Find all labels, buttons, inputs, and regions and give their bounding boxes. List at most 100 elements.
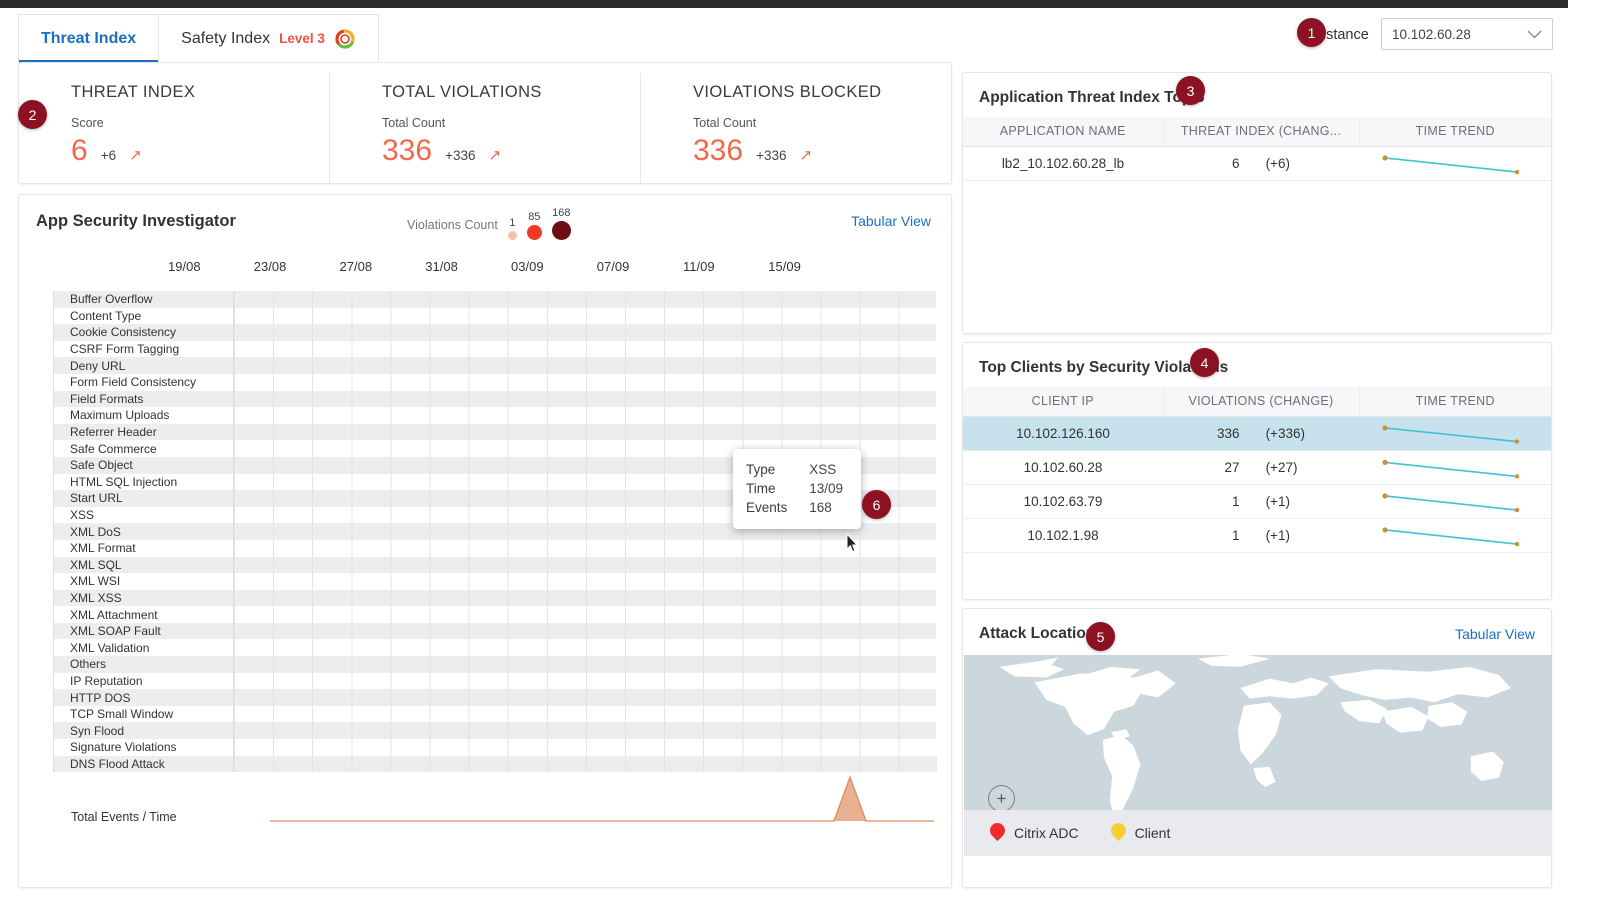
- violations-value: 27: [1225, 460, 1240, 475]
- violation-row-plot[interactable]: [234, 341, 937, 358]
- violations-value: 1: [1232, 528, 1240, 543]
- violation-row[interactable]: Maximum Uploads: [54, 407, 937, 424]
- table-row[interactable]: 10.102.1.981(+1): [963, 518, 1551, 552]
- violation-row-plot[interactable]: [234, 424, 937, 441]
- violation-row[interactable]: Deny URL: [54, 357, 937, 374]
- violation-row[interactable]: XML Attachment: [54, 606, 937, 623]
- mouse-cursor-icon: [844, 533, 860, 555]
- world-map-shapes: [964, 655, 1552, 810]
- top-clients-table-wrap: CLIENT IP VIOLATIONS (CHANGE) TIME TREND…: [963, 387, 1551, 553]
- violation-row[interactable]: XML WSI: [54, 573, 937, 590]
- violation-row[interactable]: Signature Violations: [54, 739, 937, 756]
- violations-change: (+1): [1266, 494, 1290, 509]
- violation-row[interactable]: XML XSS: [54, 590, 937, 607]
- violation-row-plot[interactable]: [234, 308, 937, 325]
- violation-row-plot[interactable]: [234, 357, 937, 374]
- table-row[interactable]: 10.102.126.160336(+336): [963, 416, 1551, 450]
- violation-row[interactable]: Cookie Consistency: [54, 324, 937, 341]
- table-row[interactable]: 10.102.60.2827(+27): [963, 450, 1551, 484]
- violation-row-label: XSS: [54, 507, 234, 524]
- violation-row[interactable]: HTTP DOS: [54, 689, 937, 706]
- date-tick-07-09: 07/09: [597, 259, 630, 274]
- violation-row-plot[interactable]: [234, 590, 937, 607]
- violation-row-plot[interactable]: [234, 407, 937, 424]
- map-zoom-in-button[interactable]: +: [988, 785, 1015, 810]
- time-trend-sparkline: [1359, 150, 1551, 176]
- investigator-tabular-view-link[interactable]: Tabular View: [851, 213, 931, 229]
- map-legend-item-citrix-adc: Citrix ADC: [990, 823, 1079, 844]
- col-violations-change: VIOLATIONS (CHANGE): [1163, 387, 1359, 416]
- violation-row[interactable]: Syn Flood: [54, 722, 937, 739]
- top-clients-table: CLIENT IP VIOLATIONS (CHANGE) TIME TREND…: [963, 387, 1551, 553]
- violation-row-plot[interactable]: [234, 739, 937, 756]
- violation-row-plot[interactable]: [234, 374, 937, 391]
- world-map[interactable]: + −: [964, 655, 1552, 810]
- violation-row[interactable]: XML Format: [54, 540, 937, 557]
- violation-row-label: XML WSI: [54, 573, 234, 590]
- violation-row-plot[interactable]: [234, 722, 937, 739]
- investigator-date-axis: 19/0823/0827/0831/0803/0907/0911/0915/09: [19, 259, 951, 289]
- violation-row-plot[interactable]: [234, 573, 937, 590]
- chart-tooltip: Type XSS Time 13/09 Events 168: [733, 449, 861, 529]
- trend-up-arrow-icon: ↗: [799, 146, 812, 164]
- violations-value: 1: [1232, 494, 1240, 509]
- cell-application-name: lb2_10.102.60.28_lb: [963, 146, 1163, 180]
- violation-row-plot[interactable]: [234, 673, 937, 690]
- map-legend-item-client: Client: [1111, 823, 1171, 844]
- violation-row[interactable]: XML Validation: [54, 639, 937, 656]
- violation-row-plot[interactable]: [234, 540, 937, 557]
- kpi-total-violations-delta: +336: [445, 148, 475, 163]
- instance-select[interactable]: 10.102.60.28: [1381, 18, 1553, 50]
- violation-row-plot[interactable]: [234, 324, 937, 341]
- violation-row[interactable]: Content Type: [54, 308, 937, 325]
- time-trend-sparkline: [1359, 454, 1551, 480]
- violation-row-plot[interactable]: [234, 557, 937, 574]
- safety-index-level: Level 3: [279, 31, 325, 46]
- grid-lines: [234, 308, 936, 325]
- violation-row-plot[interactable]: [234, 391, 937, 408]
- top-clients-card: Top Clients by Security Violations CLIEN…: [962, 342, 1552, 600]
- violation-row[interactable]: Form Field Consistency: [54, 374, 937, 391]
- table-row[interactable]: 10.102.63.791(+1): [963, 484, 1551, 518]
- annotation-badge-5-label: 5: [1097, 629, 1105, 645]
- cell-client-ip: 10.102.126.160: [963, 416, 1163, 450]
- time-trend-sparkline: [1359, 488, 1551, 514]
- table-header-row: CLIENT IP VIOLATIONS (CHANGE) TIME TREND: [963, 387, 1551, 416]
- kpi-violations-blocked-sub: Total Count: [693, 116, 951, 130]
- violation-row-plot[interactable]: [234, 606, 937, 623]
- kpi-violations-blocked-value: 336: [693, 136, 743, 166]
- violation-row-plot[interactable]: [234, 656, 937, 673]
- table-row[interactable]: lb2_10.102.60.28_lb6(+6): [963, 146, 1551, 180]
- violation-row[interactable]: IP Reputation: [54, 673, 937, 690]
- legend-large-count: 168: [552, 207, 570, 219]
- violation-row-plot[interactable]: [234, 689, 937, 706]
- violation-row-plot[interactable]: [234, 639, 937, 656]
- total-events-sparkline: [234, 765, 934, 830]
- violation-row[interactable]: Buffer Overflow: [54, 291, 937, 308]
- violation-row-label: Buffer Overflow: [54, 291, 234, 308]
- violation-row[interactable]: CSRF Form Tagging: [54, 341, 937, 358]
- annotation-badge-1-label: 1: [1308, 25, 1316, 41]
- violation-row[interactable]: Referrer Header: [54, 424, 937, 441]
- violation-row-plot[interactable]: [234, 623, 937, 640]
- violation-row-plot[interactable]: [234, 291, 937, 308]
- dashboard-tabs: Threat Index Safety Index Level 3: [18, 14, 379, 62]
- violation-row[interactable]: Others: [54, 656, 937, 673]
- chevron-down-icon: [1527, 27, 1542, 42]
- violation-row[interactable]: XML SOAP Fault: [54, 623, 937, 640]
- violation-row[interactable]: XML SQL: [54, 557, 937, 574]
- violation-row-plot[interactable]: [234, 706, 937, 723]
- attack-locations-tabular-view-link[interactable]: Tabular View: [1455, 626, 1535, 642]
- tab-threat-index[interactable]: Threat Index: [19, 15, 159, 62]
- violation-row-label: XML XSS: [54, 590, 234, 607]
- grid-lines: [234, 374, 936, 391]
- tab-safety-index[interactable]: Safety Index Level 3: [159, 15, 378, 62]
- col-application-name: APPLICATION NAME: [963, 117, 1163, 146]
- violation-row[interactable]: TCP Small Window: [54, 706, 937, 723]
- violation-row-label: XML Attachment: [54, 606, 234, 623]
- violation-row-label: IP Reputation: [54, 673, 234, 690]
- violation-row[interactable]: Field Formats: [54, 391, 937, 408]
- annotation-badge-6-label: 6: [873, 497, 881, 513]
- date-tick-19-08: 19/08: [168, 259, 201, 274]
- violation-row-label: Safe Commerce: [54, 440, 234, 457]
